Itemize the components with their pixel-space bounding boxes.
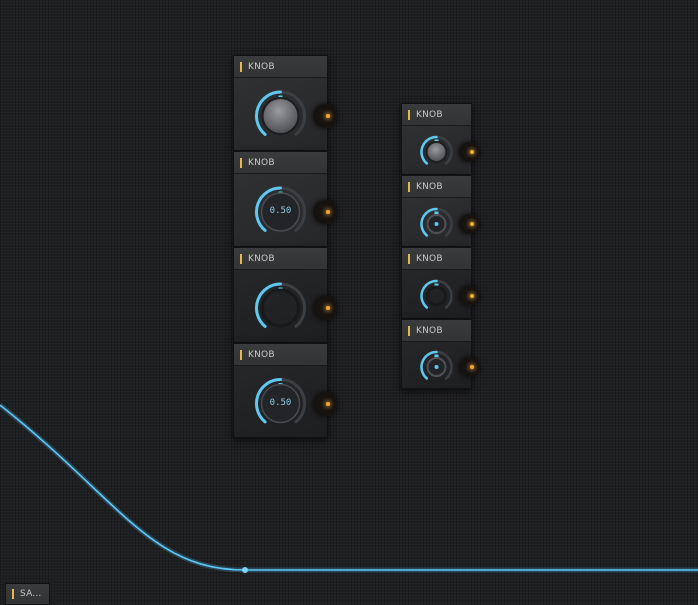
node-header[interactable]: KNOB [402, 320, 471, 342]
connection-wire-layer [0, 403, 698, 573]
output-port[interactable] [459, 142, 479, 162]
knob-cap [427, 143, 446, 161]
output-port-dot [326, 210, 330, 214]
output-port-dot [470, 150, 474, 154]
knob-inner-ring [426, 285, 447, 307]
output-port-dot [470, 222, 474, 226]
node-accent-bar [408, 181, 410, 192]
output-port[interactable] [313, 200, 337, 224]
knob-node[interactable]: KNOB [401, 247, 479, 319]
node-accent-bar [240, 157, 242, 168]
wire-anchor-point[interactable] [242, 567, 248, 573]
knob-node[interactable]: KNOB 0.50 [233, 151, 337, 247]
output-port-dot [470, 365, 474, 369]
knob-node[interactable]: KNOB [401, 319, 479, 389]
node-accent-bar [408, 325, 410, 336]
knob-center-dot [434, 222, 439, 226]
node-title: KNOB [248, 253, 275, 264]
output-port[interactable] [459, 214, 479, 234]
node-title: KNOB [416, 325, 443, 336]
knob-node[interactable]: KNOB [401, 103, 479, 175]
node-accent-bar [12, 589, 14, 599]
node-body [234, 78, 337, 150]
node-title: KNOB [248, 61, 275, 72]
knob-center-dot [434, 365, 439, 369]
output-port[interactable] [459, 286, 479, 306]
knob-value-label: 0.50 [269, 397, 292, 408]
node-header[interactable]: KNOB [234, 344, 327, 366]
node-accent-bar [240, 61, 242, 72]
output-port-dot [326, 114, 330, 118]
knob-node[interactable]: KNOB 0.50 [233, 343, 337, 438]
output-port[interactable] [313, 391, 337, 416]
node-accent-bar [240, 253, 242, 264]
knob-node[interactable]: KNOB [401, 175, 479, 247]
node-body [402, 342, 479, 388]
knob-cap [263, 99, 298, 133]
knob-node[interactable]: KNOB [233, 55, 337, 151]
node-body [402, 270, 479, 318]
output-port[interactable] [313, 104, 337, 128]
node-header[interactable]: KNOB [402, 176, 471, 198]
connection-wire[interactable] [0, 404, 698, 571]
node-header[interactable]: KNOB [402, 248, 471, 270]
node-title: KNOB [416, 253, 443, 264]
node-accent-bar [240, 349, 242, 360]
node-body [402, 198, 479, 246]
node-title: KNOB [248, 349, 275, 360]
node-header[interactable]: KNOB [234, 152, 327, 174]
output-port-dot [326, 401, 330, 406]
knob-node[interactable]: KNOB [233, 247, 337, 343]
node-body [234, 270, 337, 342]
node-body: 0.50 [234, 366, 337, 437]
node-body [402, 126, 479, 174]
knob-value-label: 0.50 [269, 206, 292, 216]
output-port[interactable] [459, 357, 479, 377]
output-port-dot [326, 306, 330, 310]
node-title: SA... [20, 589, 42, 599]
node-accent-bar [408, 109, 410, 120]
output-port[interactable] [313, 296, 337, 320]
node-header[interactable]: KNOB [234, 56, 327, 78]
node-body: 0.50 [234, 174, 337, 246]
node-title: KNOB [248, 157, 275, 168]
output-port-dot [470, 294, 474, 298]
node-header[interactable]: KNOB [402, 104, 471, 126]
node-title: KNOB [416, 181, 443, 192]
node-accent-bar [408, 253, 410, 264]
connection-wire-glow [0, 403, 698, 573]
node-title: KNOB [416, 109, 443, 120]
knob-inner-ring [261, 288, 300, 328]
node-header[interactable]: KNOB [234, 248, 327, 270]
